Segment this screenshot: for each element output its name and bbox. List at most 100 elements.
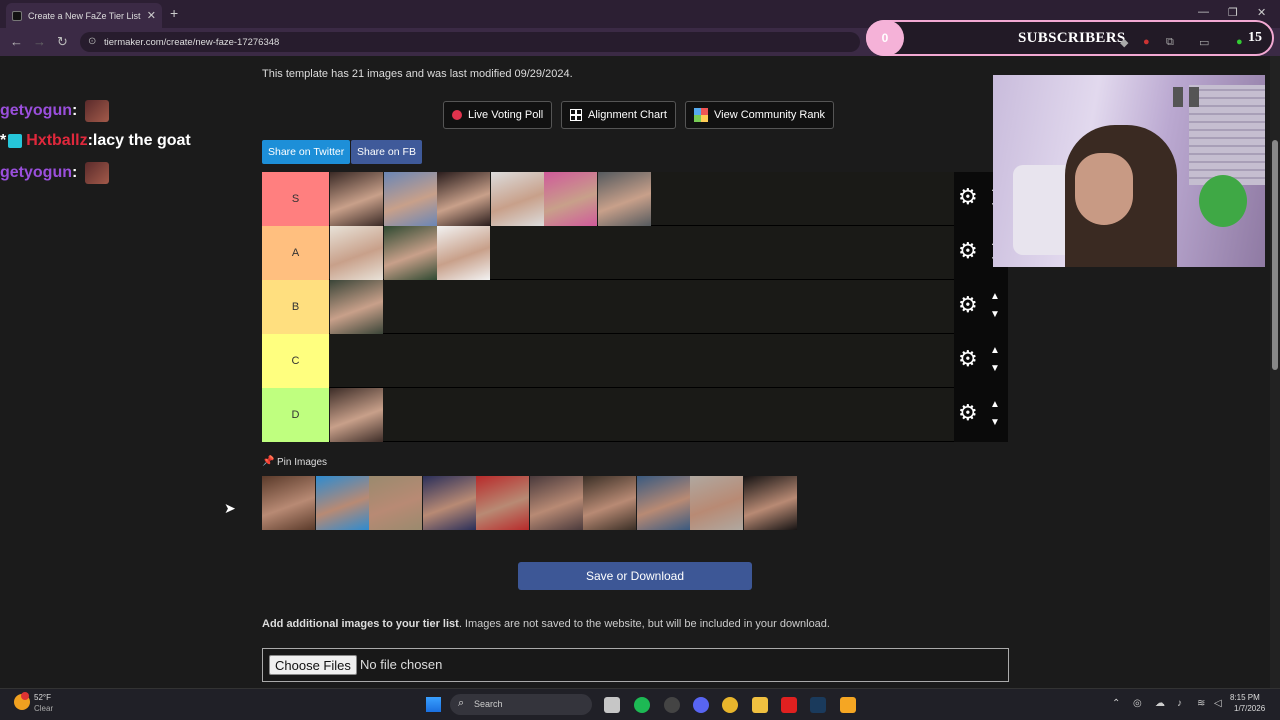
browser-tab[interactable]: Create a New FaZe Tier List - Ti ✕ (6, 3, 162, 28)
side-panel-icon[interactable]: ▭ (1199, 36, 1209, 49)
taskbar-date[interactable]: 1/7/2026 (1234, 704, 1265, 713)
tier-row-b: B ⚙ ▲ ▼ (262, 280, 1008, 334)
window-close-button[interactable]: ✕ (1257, 6, 1266, 19)
tier-label[interactable]: C (262, 334, 329, 388)
tray-overflow-icon[interactable]: ⌃ (1112, 698, 1120, 709)
tier-image-card[interactable] (597, 172, 651, 226)
chat-message: getyogun : (0, 162, 110, 184)
obs-icon[interactable] (664, 697, 680, 713)
streamer-face (1075, 153, 1133, 225)
notification-badge (21, 692, 29, 700)
reload-button[interactable]: ↻ (57, 34, 68, 50)
pool-image-card[interactable] (476, 476, 529, 530)
tier-image-card[interactable] (330, 280, 383, 334)
discord-icon[interactable] (693, 697, 709, 713)
chat-message: getyogun : (0, 100, 110, 122)
folder-icon[interactable] (752, 697, 768, 713)
share-fb-button[interactable]: Share on FB (351, 140, 422, 164)
url-text[interactable]: tiermaker.com/create/new-faze-17276348 (104, 37, 279, 48)
minimize-button[interactable]: — (1198, 6, 1209, 18)
microphone-icon[interactable]: ♪ (1177, 698, 1182, 709)
gear-icon[interactable]: ⚙ (958, 294, 978, 316)
steam-icon[interactable] (810, 697, 826, 713)
alignment-chart-button[interactable]: Alignment Chart (561, 101, 676, 129)
pin-images-label[interactable]: Pin Images (277, 457, 327, 468)
chevron-down-icon[interactable]: ▼ (990, 418, 1000, 428)
tier-label[interactable]: D (262, 388, 329, 442)
window-blind (1189, 85, 1265, 185)
pool-image-card[interactable] (583, 476, 636, 530)
tier-image-card[interactable] (437, 226, 490, 280)
pin-icon[interactable]: 📌 (262, 456, 274, 467)
chevron-down-icon[interactable]: ▼ (990, 364, 1000, 374)
tier-image-card[interactable] (490, 172, 544, 226)
subscriber-count: 15 (1248, 30, 1262, 45)
gear-icon[interactable]: ⚙ (958, 402, 978, 424)
chevron-up-icon[interactable]: ▲ (990, 292, 1000, 302)
tier-images (330, 172, 651, 226)
extension-icon[interactable]: ● (1143, 36, 1150, 48)
choose-files-button[interactable]: Choose Files (269, 655, 357, 675)
tier-image-card[interactable] (330, 172, 383, 226)
button-label: Alignment Chart (588, 109, 667, 121)
share-twitter-button[interactable]: Share on Twitter (262, 140, 351, 164)
pool-image-card[interactable] (262, 476, 315, 530)
profile-icon[interactable]: ● (1236, 36, 1243, 48)
gear-icon[interactable]: ⚙ (958, 186, 978, 208)
add-images-info: Add additional images to your tier list.… (262, 618, 830, 630)
chrome-icon[interactable] (722, 697, 738, 713)
chat-text: lacy the goat (92, 132, 191, 149)
taskbar-time[interactable]: 8:15 PM (1230, 693, 1260, 702)
restore-button[interactable]: ❐ (1228, 6, 1238, 19)
tier-image-card[interactable] (383, 226, 437, 280)
chat-username: getyogun (0, 164, 72, 181)
tier-image-card[interactable] (330, 388, 383, 442)
pool-image-card[interactable] (636, 476, 690, 530)
tier-image-card[interactable] (437, 172, 490, 226)
forward-button[interactable]: → (33, 34, 46, 49)
wifi-icon[interactable]: ≋ (1197, 698, 1205, 709)
gear-icon[interactable]: ⚙ (958, 240, 978, 262)
weather-condition[interactable]: Clear (34, 704, 53, 713)
save-download-button[interactable]: Save or Download (518, 562, 752, 590)
pool-image-card[interactable] (529, 476, 583, 530)
back-button[interactable]: ← (10, 34, 23, 49)
app-icon[interactable] (840, 697, 856, 713)
community-rank-button[interactable]: View Community Rank (685, 101, 835, 129)
new-tab-button[interactable]: + (170, 5, 178, 21)
start-button[interactable] (426, 697, 441, 712)
pool-image-card[interactable] (369, 476, 422, 530)
tier-image-card[interactable] (383, 172, 437, 226)
pool-image-card[interactable] (315, 476, 369, 530)
extension-icon[interactable]: ◆ (1120, 36, 1128, 49)
site-info-icon[interactable]: ⊙ (88, 36, 96, 47)
tray-app-icon[interactable]: ◎ (1133, 698, 1142, 709)
chevron-up-icon[interactable]: ▲ (990, 400, 1000, 410)
pool-image-card[interactable] (422, 476, 476, 530)
spotify-icon[interactable] (634, 697, 650, 713)
tier-label[interactable]: B (262, 280, 329, 334)
tray-app-icon[interactable]: ☁ (1155, 698, 1165, 709)
chevron-up-icon[interactable]: ▲ (990, 346, 1000, 356)
tier-image-card[interactable] (330, 226, 383, 280)
tier-label[interactable]: S (262, 172, 329, 226)
pool-image-card[interactable] (690, 476, 743, 530)
tier-image-card[interactable] (544, 172, 597, 226)
live-voting-poll-button[interactable]: Live Voting Poll (443, 101, 553, 129)
taskbar-search[interactable] (450, 694, 592, 715)
tier-label[interactable]: A (262, 226, 329, 280)
gear-icon[interactable]: ⚙ (958, 348, 978, 370)
volume-icon[interactable]: ◁ (1214, 698, 1222, 709)
scrollbar-thumb[interactable] (1272, 140, 1278, 370)
chevron-down-icon[interactable]: ▼ (990, 310, 1000, 320)
weather-temperature[interactable]: 52°F (34, 693, 51, 702)
file-explorer-icon[interactable] (604, 697, 620, 713)
chat-emote-icon (85, 162, 110, 184)
tab-close-icon[interactable]: ✕ (147, 9, 156, 22)
pool-image-card[interactable] (743, 476, 797, 530)
chat-separator: : (72, 164, 78, 181)
button-label: View Community Rank (714, 109, 826, 121)
adobe-icon[interactable] (781, 697, 797, 713)
chat-username: Hxtballz (26, 132, 88, 149)
extensions-puzzle-icon[interactable]: ⧉ (1166, 36, 1174, 49)
